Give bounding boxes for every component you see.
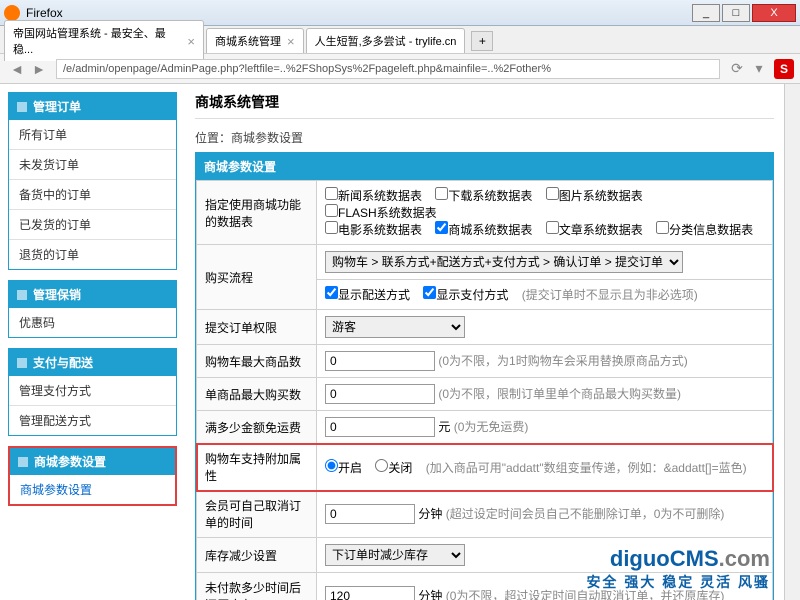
square-icon — [17, 358, 27, 368]
free-ship-input[interactable] — [325, 417, 435, 437]
checkbox-category[interactable] — [656, 221, 669, 234]
field-label: 库存减少设置 — [197, 538, 317, 573]
hint-text: (0为不限，为1时购物车会采用替换原商品方式) — [438, 354, 687, 368]
field-label: 未付款多少时间后还原库存 — [197, 573, 317, 600]
sidebar-section-promo: 管理保销 优惠码 — [8, 280, 177, 338]
close-icon[interactable]: × — [287, 34, 295, 49]
sidebar-item[interactable]: 优惠码 — [9, 308, 176, 337]
tab-label: 帝国网站管理系统 - 最安全、最稳... — [13, 25, 181, 57]
datatables-cell: 新闻系统数据表 下载系统数据表 图片系统数据表 FLASH系统数据表 电影系统数… — [317, 181, 773, 245]
tab-label: 人生短暂,多多尝试 - trylife.cn — [315, 33, 457, 49]
cart-max-input[interactable] — [325, 351, 435, 371]
sogou-badge-icon[interactable]: S — [774, 59, 794, 79]
sidebar-item[interactable]: 已发货的订单 — [9, 210, 176, 240]
forward-button[interactable]: ► — [28, 58, 50, 80]
unpaid-time-input[interactable] — [325, 586, 415, 600]
addatt-on-radio[interactable] — [325, 459, 338, 472]
square-icon — [17, 290, 27, 300]
refresh-button[interactable]: ⟳ — [726, 58, 748, 80]
sidebar-title: 商城参数设置 — [34, 453, 106, 470]
purchase-flow-select[interactable]: 购物车 > 联系方式+配送方式+支付方式 > 确认订单 > 提交订单 — [325, 251, 683, 273]
sidebar-item[interactable]: 所有订单 — [9, 120, 176, 150]
scrollbar[interactable] — [784, 84, 800, 600]
tab-label: 商城系统管理 — [215, 33, 281, 49]
breadcrumb: 位置：商城参数设置 — [195, 129, 774, 146]
sidebar-item[interactable]: 商城参数设置 — [10, 475, 175, 504]
sidebar-section-orders: 管理订单 所有订单 未发货订单 备货中的订单 已发货的订单 退货的订单 — [8, 92, 177, 270]
field-label: 会员可自己取消订单的时间 — [197, 491, 317, 538]
app-title: Firefox — [26, 6, 690, 20]
field-label: 提交订单权限 — [197, 310, 317, 345]
hint-text: (0为无免运费) — [454, 420, 529, 434]
sidebar-section-payship: 支付与配送 管理支付方式 管理配送方式 — [8, 348, 177, 436]
browser-tab[interactable]: 人生短暂,多多尝试 - trylife.cn — [306, 28, 466, 53]
show-ship-checkbox[interactable] — [325, 286, 338, 299]
field-label: 指定使用商城功能的数据表 — [197, 181, 317, 245]
page-title: 商城系统管理 — [195, 92, 774, 119]
checkbox-image[interactable] — [546, 187, 559, 200]
firefox-icon — [4, 5, 20, 21]
sidebar-header: 管理保销 — [9, 281, 176, 308]
square-icon — [18, 457, 28, 467]
checkbox-flash[interactable] — [325, 204, 338, 217]
stock-select[interactable]: 下订单时减少库存 — [325, 544, 465, 566]
cancel-time-input[interactable] — [325, 504, 415, 524]
field-label: 购物车支持附加属性 — [197, 444, 317, 491]
sidebar-item[interactable]: 备货中的订单 — [9, 180, 176, 210]
addatt-off-radio[interactable] — [375, 459, 388, 472]
close-icon[interactable]: × — [187, 34, 195, 49]
sidebar-item[interactable]: 未发货订单 — [9, 150, 176, 180]
panel-header: 商城参数设置 — [196, 153, 773, 180]
item-max-input[interactable] — [325, 384, 435, 404]
sidebar-title: 管理保销 — [33, 286, 81, 303]
browser-tab[interactable]: 商城系统管理 × — [206, 28, 304, 53]
browser-tab[interactable]: 帝国网站管理系统 - 最安全、最稳... × — [4, 20, 204, 61]
checkbox-shop[interactable] — [435, 221, 448, 234]
window-max-button[interactable]: □ — [722, 4, 750, 22]
back-button[interactable]: ◄ — [6, 58, 28, 80]
sidebar-item[interactable]: 管理支付方式 — [9, 376, 176, 406]
new-tab-button[interactable]: + — [471, 31, 493, 51]
submit-perm-select[interactable]: 游客 — [325, 316, 465, 338]
show-pay-checkbox[interactable] — [423, 286, 436, 299]
sidebar-header: 商城参数设置 — [10, 448, 175, 475]
checkbox-news[interactable] — [325, 187, 338, 200]
hint-text: (提交订单时不显示且为非必选项) — [522, 288, 698, 302]
checkbox-movie[interactable] — [325, 221, 338, 234]
hint-text: (加入商品可用"addatt"数组变量传递，例如：&addatt[]=蓝色) — [426, 461, 747, 475]
checkbox-article[interactable] — [546, 221, 559, 234]
sidebar-title: 管理订单 — [33, 98, 81, 115]
sidebar-header: 支付与配送 — [9, 349, 176, 376]
sidebar-section-settings: 商城参数设置 商城参数设置 — [8, 446, 177, 506]
sidebar-header: 管理订单 — [9, 93, 176, 120]
hint-text: (0为不限，超过设定时间自动取消订单，并还原库存) — [446, 589, 725, 600]
square-icon — [17, 102, 27, 112]
field-label: 单商品最大购买数 — [197, 378, 317, 411]
window-close-button[interactable]: X — [752, 4, 796, 22]
sidebar-item[interactable]: 退货的订单 — [9, 240, 176, 269]
url-input[interactable]: /e/admin/openpage/AdminPage.php?leftfile… — [56, 59, 720, 79]
checkbox-download[interactable] — [435, 187, 448, 200]
field-label: 满多少金额免运费 — [197, 411, 317, 444]
field-label: 购物车最大商品数 — [197, 345, 317, 378]
dropdown-icon[interactable]: ▾ — [748, 58, 770, 80]
sidebar-title: 支付与配送 — [33, 354, 93, 371]
hint-text: (0为不限，限制订单里单个商品最大购买数量) — [438, 387, 681, 401]
window-min-button[interactable]: _ — [692, 4, 720, 22]
sidebar-item[interactable]: 管理配送方式 — [9, 406, 176, 435]
hint-text: (超过设定时间会员自己不能删除订单，0为不可删除) — [446, 507, 725, 521]
field-label: 购买流程 — [197, 245, 317, 310]
